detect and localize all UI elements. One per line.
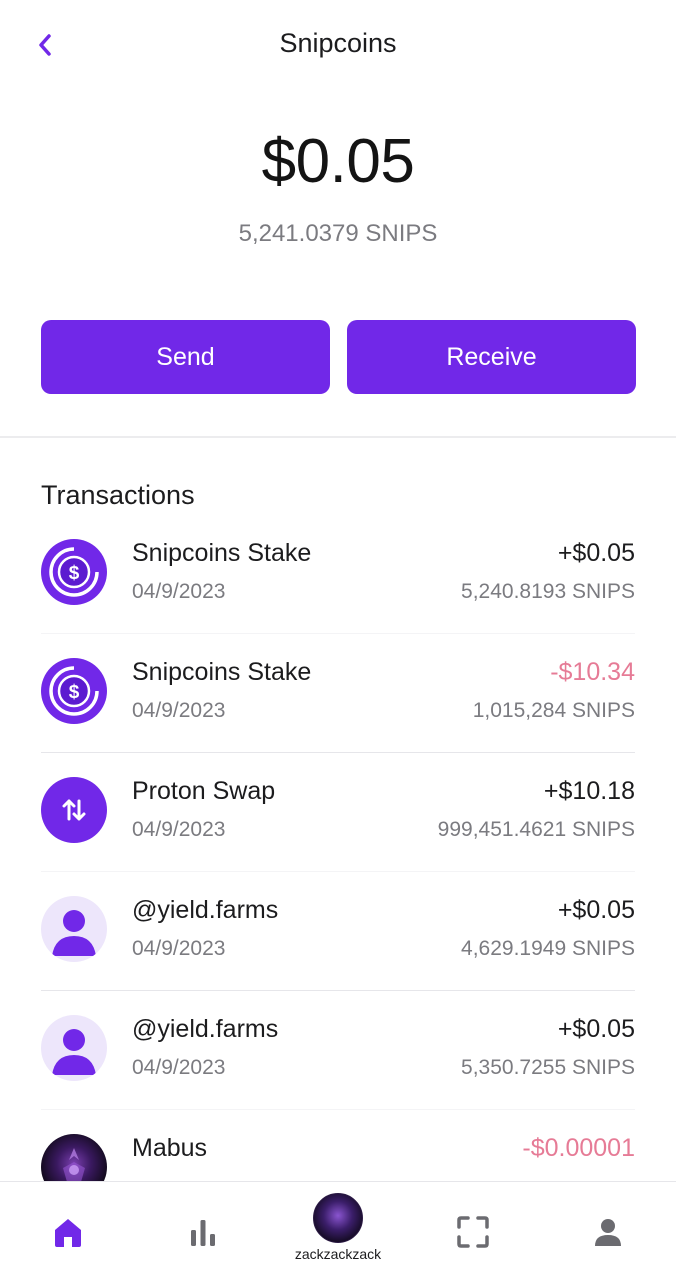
tab-profile[interactable]: zackzackzack [288,1182,388,1280]
transaction-amount: -$0.00001 [522,1134,635,1162]
transaction-date: 04/9/2023 [132,699,226,722]
transaction-amount: +$0.05 [557,896,635,924]
transaction-row[interactable]: Mabus -$0.00001 [41,1110,635,1181]
transaction-name: Snipcoins Stake [132,539,312,567]
transaction-amount: +$10.18 [543,777,635,805]
transaction-amount: +$0.05 [557,539,635,567]
transaction-row[interactable]: @yield.farms 04/9/2023 +$0.05 4,629.1949… [41,872,635,991]
tab-scan[interactable] [423,1182,523,1280]
transaction-name: Mabus [132,1134,208,1162]
page-title: Snipcoins [279,28,397,58]
transaction-amount: -$10.34 [550,658,635,686]
scan-icon [457,1215,489,1248]
transaction-date: 04/9/2023 [132,818,226,841]
transaction-name: @yield.farms [132,896,279,924]
transaction-list[interactable]: $ Snipcoins Stake 04/9/2023 +$0.05 5,240… [41,515,635,1181]
transaction-row[interactable]: @yield.farms 04/9/2023 +$0.05 5,350.7255… [41,991,635,1110]
transaction-name: Snipcoins Stake [132,658,312,686]
user-avatar-icon [41,896,107,962]
swap-icon [41,777,107,843]
transaction-tokens: 999,451.4621 SNIPS [437,818,635,841]
snipcoin-icon: $ [41,539,107,605]
profile-username: zackzackzack [294,1246,382,1262]
transaction-row[interactable]: Proton Swap 04/9/2023 +$10.18 999,451.46… [41,753,635,872]
snipcoin-icon: $ [41,658,107,724]
transactions-heading: Transactions [41,480,195,510]
bar-chart-icon [191,1219,215,1246]
transaction-tokens: 5,240.8193 SNIPS [461,580,635,603]
transaction-tokens: 1,015,284 SNIPS [472,699,635,722]
balance-usd: $0.05 [261,127,415,196]
transaction-name: Proton Swap [132,777,276,805]
person-icon [595,1218,621,1246]
transaction-row[interactable]: $ Snipcoins Stake 04/9/2023 +$0.05 5,240… [41,515,635,634]
transaction-amount: +$0.05 [557,1015,635,1043]
home-icon [55,1218,81,1247]
section-divider [0,436,676,438]
transaction-date: 04/9/2023 [132,937,226,960]
user-avatar-icon [41,1015,107,1081]
send-button[interactable]: Send [41,320,330,394]
svg-text:$: $ [69,563,80,584]
transaction-tokens: 4,629.1949 SNIPS [461,937,635,960]
svg-text:$: $ [69,682,80,703]
tab-home[interactable] [18,1182,118,1280]
profile-image [313,1193,363,1243]
transaction-name: @yield.farms [132,1015,279,1043]
balance-tokens: 5,241.0379 SNIPS [238,220,438,247]
receive-button[interactable]: Receive [347,320,636,394]
tab-stats[interactable] [153,1182,253,1280]
transaction-row[interactable]: $ Snipcoins Stake 04/9/2023 -$10.34 1,01… [41,634,635,753]
bottom-tab-bar: zackzackzack [0,1181,676,1280]
transaction-date: 04/9/2023 [132,580,226,603]
transaction-tokens: 5,350.7255 SNIPS [461,1056,635,1079]
tab-account[interactable] [558,1182,658,1280]
header: Snipcoins [0,0,676,92]
transaction-date: 04/9/2023 [132,1056,226,1079]
profile-image [41,1134,107,1181]
